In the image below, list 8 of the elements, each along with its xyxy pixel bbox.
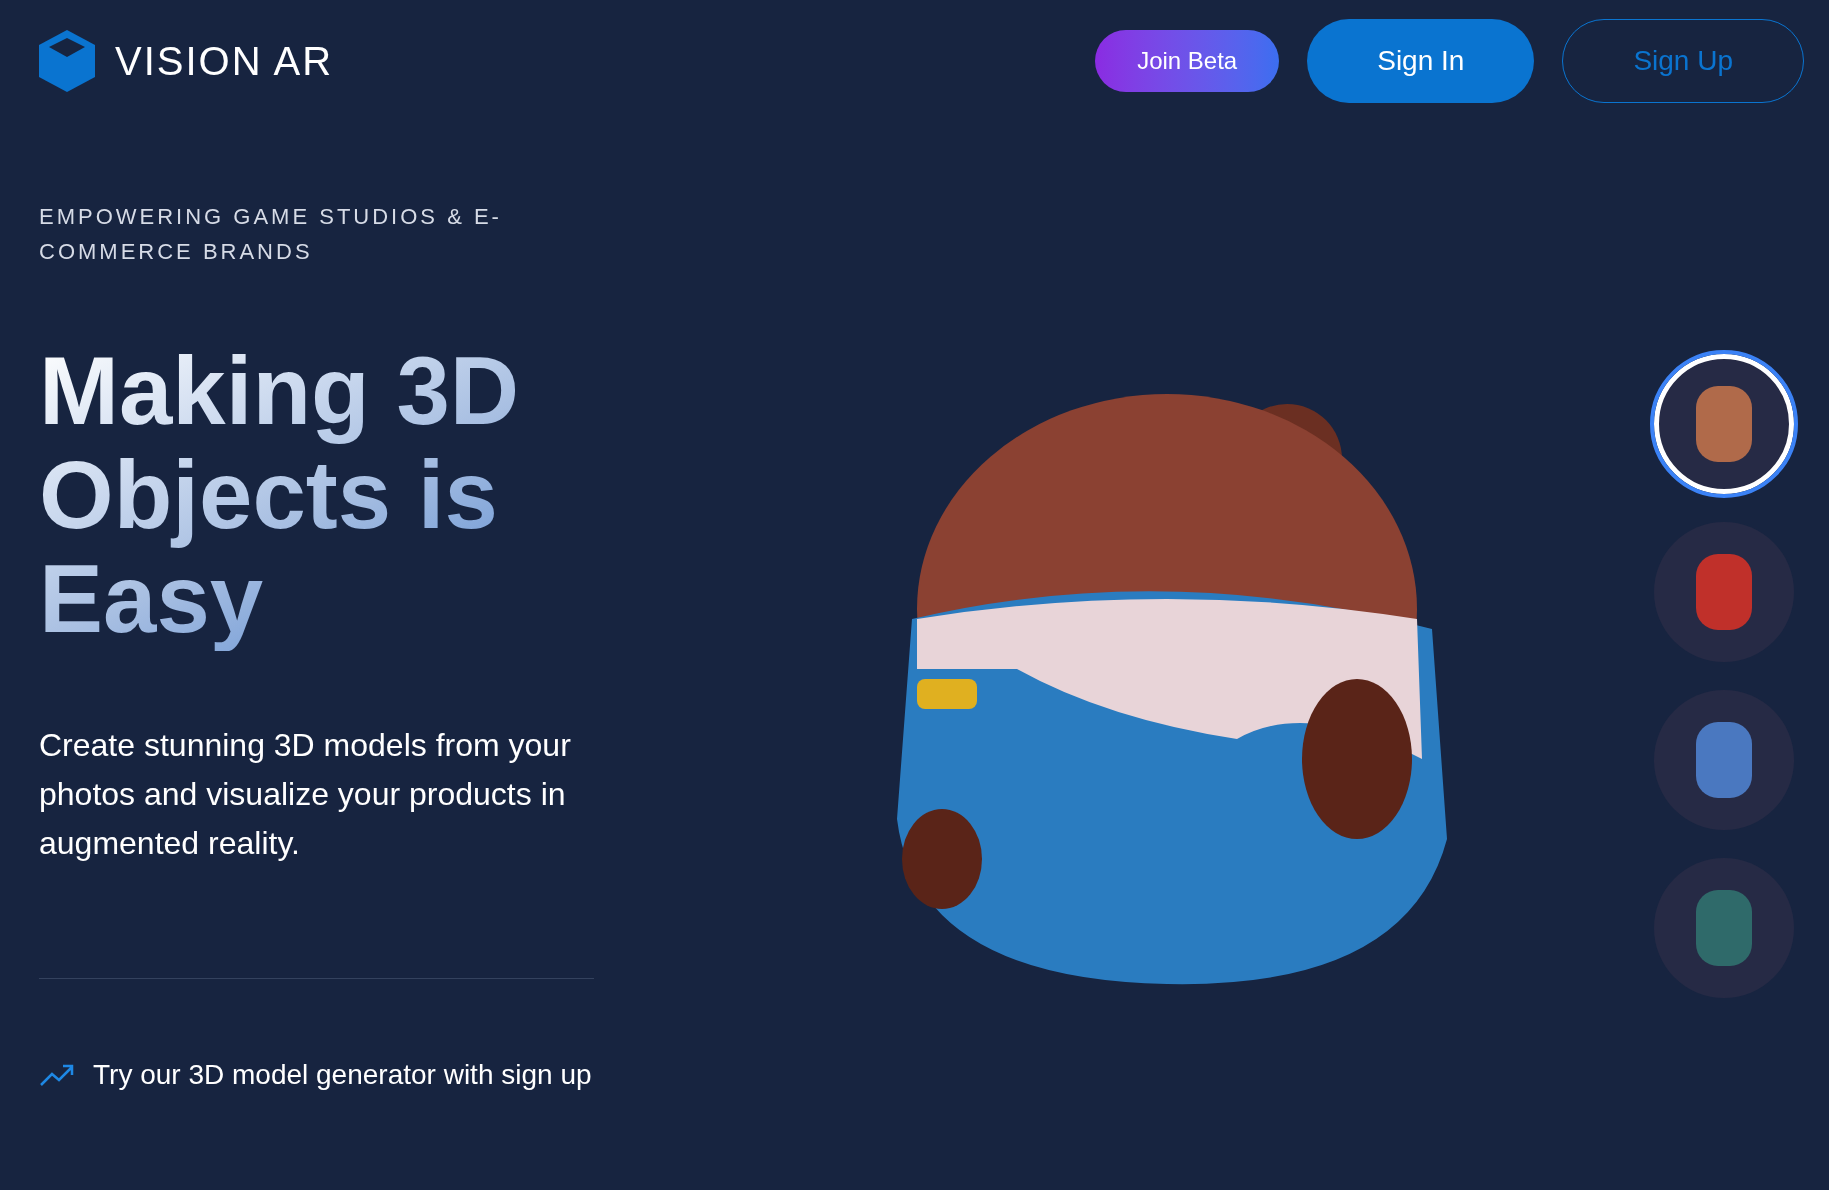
logo-text: VISION AR: [115, 37, 334, 85]
trending-up-icon: [39, 1063, 75, 1087]
hero-description: Create stunning 3D models from your photos and visualize your products in augmented reality.: [39, 726, 572, 863]
header-button[interactable]: Sign In: [1307, 18, 1535, 103]
cta-link[interactable]: Try our 3D model generator with sign up: [93, 1054, 592, 1096]
cube-logo-icon: [39, 29, 95, 92]
header-button[interactable]: Join Beta: [1095, 29, 1280, 92]
eyebrow-text: EMPOWERING GAME STUDIOS & E-COMMERCE BRANDS: [39, 203, 503, 266]
